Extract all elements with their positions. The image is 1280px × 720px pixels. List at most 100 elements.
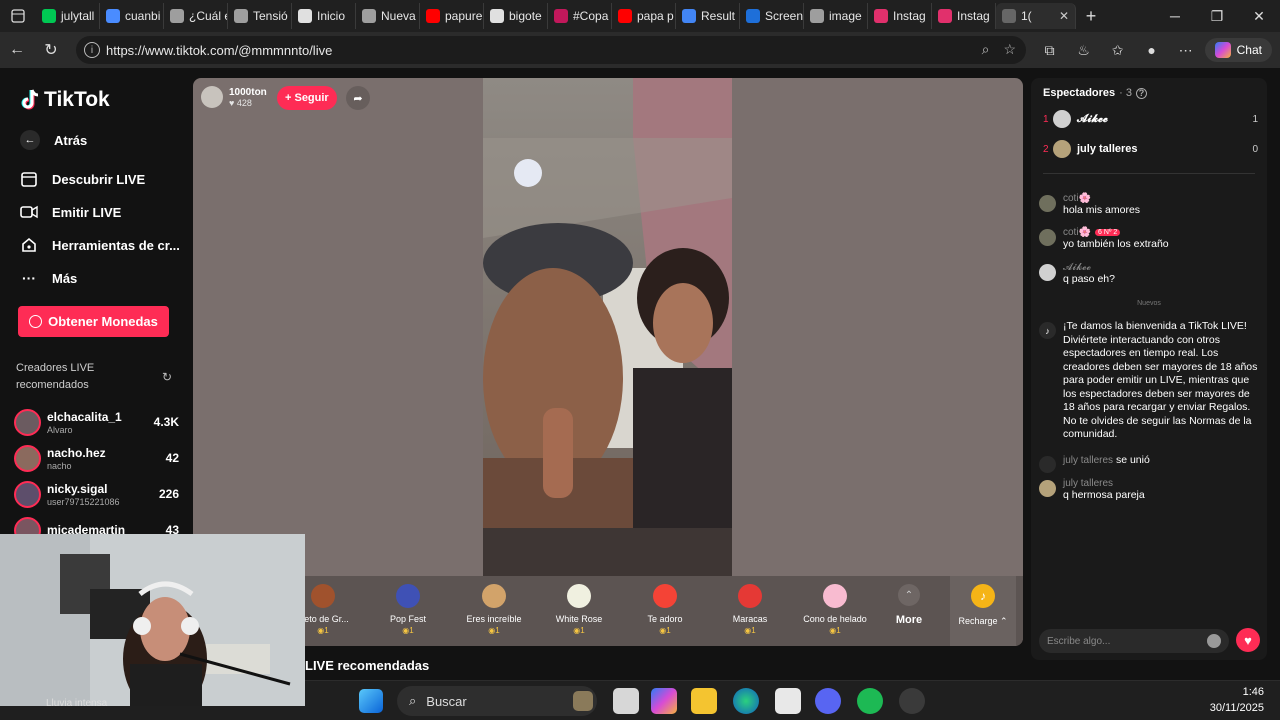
creator-item[interactable]: nacho.hez nacho 42 <box>14 441 179 475</box>
browser-tab[interactable]: Nueva <box>356 3 420 29</box>
live-video-area[interactable]: 1000ton ♥ 428 + Seguir ➦ uleto de Gr... … <box>193 78 1023 646</box>
profile-icon[interactable]: ● <box>1137 42 1167 58</box>
creator-name: elchacalita_1 <box>47 409 122 424</box>
refresh-icon[interactable]: ↻ <box>162 370 172 384</box>
avatar <box>14 408 41 436</box>
back-button[interactable]: ← <box>0 33 34 67</box>
refresh-button[interactable]: ↻ <box>34 33 68 67</box>
gift-item[interactable]: White Rose ◉1 <box>539 584 619 635</box>
nav-go-live[interactable]: Emitir LIVE <box>20 204 121 220</box>
widget-icon[interactable] <box>573 691 593 711</box>
avatar <box>1039 480 1056 497</box>
settings-menu-icon[interactable]: ⋯ <box>1171 42 1201 59</box>
store-icon[interactable] <box>775 688 801 714</box>
host-info[interactable]: 1000ton ♥ 428 <box>201 86 267 108</box>
viewer-rank: 1 <box>1043 113 1049 125</box>
site-info-icon[interactable]: i <box>84 42 100 58</box>
obs-icon[interactable] <box>899 688 925 714</box>
copilot-app-icon[interactable] <box>651 688 677 714</box>
share-icon[interactable]: ➦ <box>346 86 370 110</box>
maximize-button[interactable]: ❐ <box>1196 0 1238 32</box>
chat-input[interactable]: Escribe algo... <box>1039 629 1229 653</box>
more-gifts-button[interactable]: ⌃ More <box>889 584 929 626</box>
browser-tab[interactable]: julytall <box>36 3 100 29</box>
more-label: More <box>895 614 923 626</box>
clock[interactable]: 1:46 30/11/2025 <box>1210 684 1264 716</box>
chat-username[interactable]: july talleres <box>1063 455 1113 466</box>
copilot-chat-button[interactable]: Chat <box>1204 38 1272 62</box>
browser-tab[interactable]: Instag <box>932 3 996 29</box>
discord-icon[interactable] <box>815 688 841 714</box>
gift-item[interactable]: Pop Fest ◉1 <box>368 584 448 635</box>
chat-username[interactable]: july talleres <box>1063 478 1145 489</box>
gift-name: White Rose <box>555 614 603 624</box>
creator-item[interactable]: nicky.sigal user79715221086 226 <box>14 477 179 511</box>
url-field[interactable]: i https://www.tiktok.com/@mmmnnto/live ⌕… <box>76 36 1026 64</box>
browser-tab[interactable]: 1(✕ <box>996 3 1076 29</box>
browser-tab[interactable]: Inicio <box>292 3 356 29</box>
chat-username[interactable]: coti🌸 <box>1063 193 1140 204</box>
new-tab-button[interactable]: + <box>1076 6 1106 27</box>
browser-tab[interactable]: cuanbi <box>100 3 164 29</box>
gift-item[interactable]: Te adoro ◉1 <box>625 584 705 635</box>
viewer-score: 0 <box>1252 143 1258 155</box>
close-tab-icon[interactable]: ✕ <box>1059 9 1069 23</box>
minimize-button[interactable]: ─ <box>1154 0 1196 32</box>
edge-icon[interactable] <box>733 688 759 714</box>
top-viewer-row[interactable]: 1 𝓐𝓲𝓴𝓮𝓮 1 <box>1043 110 1258 128</box>
get-coins-button[interactable]: Obtener Monedas <box>18 306 169 337</box>
window-controls: ─ ❐ ✕ <box>1154 0 1280 32</box>
chat-text: q paso eh? <box>1063 273 1115 285</box>
tab-favicon-icon <box>426 9 440 23</box>
viewer-count: 226 <box>158 487 179 501</box>
top-viewer-row[interactable]: 2 july talleres 0 <box>1043 140 1258 158</box>
extensions-icon[interactable]: ⧉ <box>1035 42 1065 59</box>
performance-icon[interactable]: ♨ <box>1069 42 1099 59</box>
nav-more[interactable]: ··· Más <box>20 270 77 286</box>
recharge-button[interactable]: ♪ Recharge ⌃ <box>950 576 1016 646</box>
browser-tab[interactable]: Tensió <box>228 3 292 29</box>
viewers-header[interactable]: Espectadores · 3 ? <box>1043 87 1147 99</box>
creator-item[interactable]: elchacalita_1 Alvaro 4.3K <box>14 405 179 439</box>
browser-tab[interactable]: Instag <box>868 3 932 29</box>
back-link[interactable]: ← Atrás <box>20 130 87 150</box>
search-icon: ⌕ <box>409 693 417 708</box>
browser-tab[interactable]: image <box>804 3 868 29</box>
zoom-icon[interactable]: ⌕ <box>982 41 990 58</box>
taskbar-search[interactable]: ⌕ Buscar <box>397 686 597 716</box>
gift-item[interactable]: Cono de helado ◉1 <box>795 584 875 635</box>
tab-favicon-icon <box>1002 9 1016 23</box>
follow-button[interactable]: + Seguir <box>277 86 337 110</box>
gift-item[interactable]: Eres increíble ◉1 <box>454 584 534 635</box>
tab-actions-icon[interactable] <box>0 0 36 32</box>
browser-tab[interactable]: papa p <box>612 3 676 29</box>
chat-username[interactable]: 𝓐𝓲𝓴𝓮𝓮 <box>1063 262 1115 273</box>
like-heart-button[interactable]: ♥ <box>1236 628 1260 652</box>
spotify-icon[interactable] <box>857 688 883 714</box>
tab-favicon-icon <box>234 9 248 23</box>
host-likes: 428 <box>236 97 252 108</box>
nav-creator-tools[interactable]: Herramientas de cr... <box>20 237 180 253</box>
gift-item[interactable]: Maracas ◉1 <box>710 584 790 635</box>
windows-start-icon[interactable] <box>359 689 383 713</box>
file-icon[interactable] <box>613 688 639 714</box>
browser-tab[interactable]: Result <box>676 3 740 29</box>
nav-label: Más <box>52 270 78 286</box>
nav-discover-live[interactable]: Descubrir LIVE <box>20 171 145 187</box>
browser-tab[interactable]: ¿Cuál e <box>164 3 228 29</box>
camera-icon <box>20 204 38 220</box>
browser-tab[interactable]: Screen <box>740 3 804 29</box>
browser-tab[interactable]: bigote <box>484 3 548 29</box>
browser-tab[interactable]: papure <box>420 3 484 29</box>
tab-favicon-icon <box>874 9 888 23</box>
favorites-icon[interactable]: ✩ <box>1103 42 1133 59</box>
chat-username[interactable]: coti🌸 <box>1063 227 1091 238</box>
favorite-star-icon[interactable]: ☆ <box>1003 41 1016 58</box>
browser-tab[interactable]: #Copa <box>548 3 612 29</box>
emoji-icon[interactable] <box>1207 634 1221 648</box>
tiktok-logo[interactable]: TikTok <box>20 88 110 112</box>
close-window-button[interactable]: ✕ <box>1238 0 1280 32</box>
help-icon[interactable]: ? <box>1136 87 1147 99</box>
folder-icon[interactable] <box>691 688 717 714</box>
tab-favicon-icon <box>298 9 312 23</box>
